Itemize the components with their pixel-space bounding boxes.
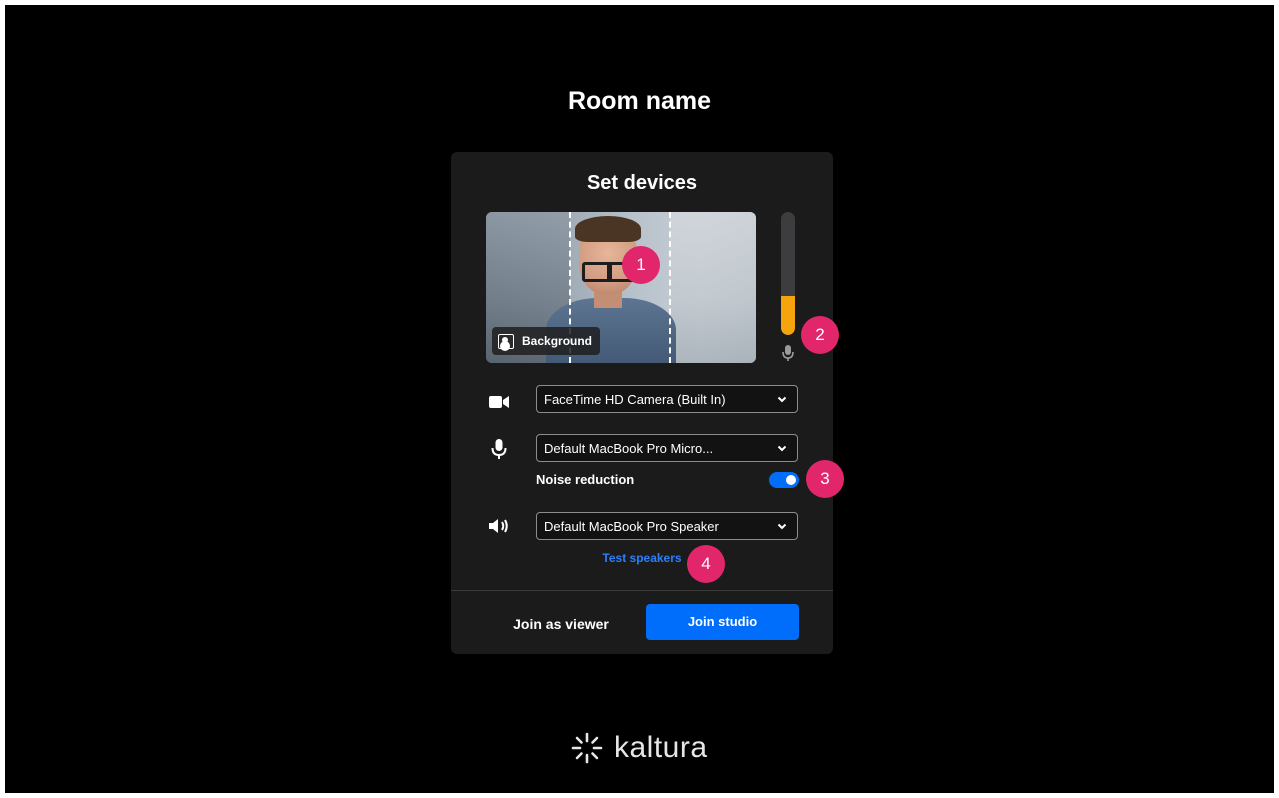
room-title: Room name — [567, 87, 712, 115]
chevron-down-icon — [777, 445, 787, 452]
annotation-badge-1: 1 — [622, 246, 660, 284]
annotation-badge-2: 2 — [801, 316, 839, 354]
kaltura-logo: kaltura — [570, 728, 708, 768]
join-studio-button[interactable]: Join studio — [646, 604, 799, 640]
annotation-badge-3: 3 — [806, 460, 844, 498]
speaker-icon — [489, 519, 508, 533]
app-screen: Room name Set devices Background 1 2 Fac… — [5, 5, 1274, 793]
microphone-icon — [491, 439, 507, 459]
background-button[interactable]: Background — [492, 327, 601, 355]
kaltura-logo-icon — [571, 732, 603, 764]
microphone-icon — [782, 345, 794, 361]
kaltura-logo-text: kaltura — [614, 731, 708, 764]
annotation-badge-4: 4 — [687, 545, 725, 583]
background-button-label: Background — [522, 334, 593, 348]
mic-level-meter — [781, 212, 795, 335]
microphone-select[interactable]: Default MacBook Pro Micro... — [536, 434, 798, 462]
microphone-select-value: Default MacBook Pro Micro... — [544, 440, 714, 456]
chevron-down-icon — [777, 396, 787, 403]
background-icon — [498, 333, 514, 349]
join-as-viewer-button[interactable]: Join as viewer — [506, 607, 616, 641]
test-speakers-link[interactable]: Test speakers — [451, 551, 833, 565]
person-hair — [575, 216, 641, 242]
blurred-background-right — [670, 212, 756, 363]
set-devices-card: Set devices Background 1 2 FaceTime HD C… — [451, 152, 844, 654]
camera-preview: Background — [486, 212, 756, 363]
noise-reduction-label: Noise reduction — [536, 472, 635, 487]
video-camera-icon — [489, 396, 509, 408]
toggle-knob — [786, 475, 796, 485]
chevron-down-icon — [777, 523, 787, 530]
mic-level-fill — [781, 295, 795, 335]
card-divider — [451, 590, 833, 591]
speaker-select[interactable]: Default MacBook Pro Speaker — [536, 512, 798, 540]
camera-select-value: FaceTime HD Camera (Built In) — [544, 391, 726, 407]
speaker-select-value: Default MacBook Pro Speaker — [544, 518, 719, 534]
framing-guide-right — [669, 212, 671, 363]
camera-select[interactable]: FaceTime HD Camera (Built In) — [536, 385, 798, 413]
card-title: Set devices — [586, 172, 698, 194]
noise-reduction-toggle[interactable] — [769, 472, 799, 488]
